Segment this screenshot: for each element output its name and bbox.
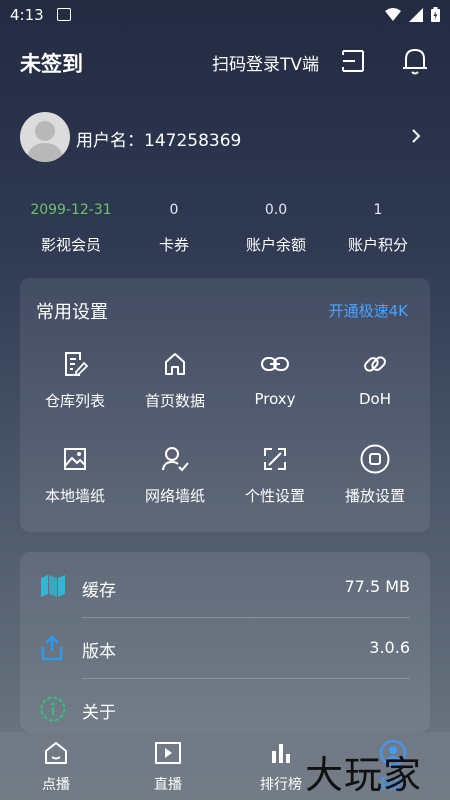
stop-circle-icon bbox=[360, 444, 390, 474]
list-item-label: 版本 bbox=[82, 642, 116, 662]
stat-points[interactable]: 1 账户积分 bbox=[323, 200, 433, 255]
list-item-label: 缓存 bbox=[82, 581, 116, 601]
chain-icon bbox=[364, 356, 386, 372]
stat-value: 0.0 bbox=[264, 202, 288, 218]
status-bar: 4:13 bbox=[0, 0, 450, 30]
settings-item-label: 播放设置 bbox=[344, 487, 405, 505]
stat-label: 影视会员 bbox=[40, 236, 101, 254]
scan-login-tv-link[interactable]: 扫码登录TV端 bbox=[212, 50, 319, 75]
list-item-version[interactable]: 版本 3.0.6 bbox=[20, 619, 430, 679]
watermark: 大玩家 bbox=[305, 753, 423, 797]
settings-item-label: 网络墙纸 bbox=[144, 487, 205, 505]
home-icon bbox=[165, 353, 185, 375]
checkin-status[interactable]: 未签到 bbox=[20, 48, 83, 78]
map-book-icon bbox=[41, 575, 65, 597]
status-icons bbox=[385, 7, 440, 22]
nav-tab-vod[interactable]: 点播 bbox=[16, 738, 96, 794]
settings-item-proxy[interactable]: Proxy bbox=[225, 348, 325, 408]
play-box-icon bbox=[155, 742, 181, 764]
info-circle-icon bbox=[40, 696, 66, 722]
nav-tab-live[interactable]: 直播 bbox=[128, 738, 208, 794]
user-check-icon bbox=[162, 447, 189, 472]
avatar-placeholder-icon bbox=[26, 121, 64, 162]
settings-item-repo-list[interactable]: 仓库列表 bbox=[25, 348, 125, 411]
gallery-notification-icon bbox=[57, 8, 71, 21]
cell-signal-icon bbox=[409, 7, 423, 22]
user-profile-row[interactable]: 用户名：147258369 bbox=[0, 112, 450, 164]
document-edit-icon bbox=[65, 352, 88, 377]
list-item-value: 77.5 MB bbox=[344, 577, 411, 596]
divider bbox=[82, 617, 410, 618]
list-item-cache[interactable]: 缓存 77.5 MB bbox=[20, 558, 430, 618]
upgrade-4k-link[interactable]: 开通极速4K bbox=[329, 300, 408, 321]
divider bbox=[82, 678, 410, 679]
settings-item-local-wallpaper[interactable]: 本地墙纸 bbox=[25, 443, 125, 506]
nav-label: 直播 bbox=[154, 777, 182, 793]
link-icon bbox=[261, 357, 289, 371]
stat-balance[interactable]: 0.0 账户余额 bbox=[221, 200, 331, 255]
settings-item-label: DoH bbox=[358, 390, 391, 408]
common-settings-card: 常用设置 开通极速4K 仓库列表 首页数据 Proxy DoH 本地墙纸 网络墙… bbox=[20, 278, 430, 532]
settings-item-label: Proxy bbox=[254, 390, 296, 408]
battery-icon bbox=[431, 7, 440, 22]
stat-value: 1 bbox=[373, 202, 383, 218]
settings-item-label: 本地墙纸 bbox=[44, 487, 105, 505]
nav-label: 点播 bbox=[42, 777, 70, 793]
bar-chart-icon bbox=[272, 744, 290, 763]
list-item-about[interactable]: 关于 bbox=[20, 680, 430, 740]
avatar[interactable] bbox=[20, 112, 70, 162]
settings-item-label: 首页数据 bbox=[144, 392, 205, 410]
top-bar: 未签到 扫码登录TV端 bbox=[0, 40, 450, 86]
image-icon bbox=[64, 448, 86, 470]
account-stats: 2099-12-31 影视会员 0 卡券 0.0 账户余额 1 账户积分 bbox=[0, 200, 450, 264]
settings-item-online-wallpaper[interactable]: 网络墙纸 bbox=[125, 443, 225, 506]
stat-label: 账户余额 bbox=[245, 236, 306, 254]
share-upload-icon bbox=[41, 635, 63, 661]
stat-label: 卡券 bbox=[158, 236, 189, 254]
status-time: 4:13 bbox=[10, 6, 44, 24]
settings-item-label: 个性设置 bbox=[244, 487, 305, 505]
info-list-card: 缓存 77.5 MB 版本 3.0.6 关于 bbox=[20, 552, 430, 732]
username: 用户名：147258369 bbox=[76, 131, 242, 151]
stat-membership[interactable]: 2099-12-31 影视会员 bbox=[16, 200, 126, 255]
settings-item-label: 仓库列表 bbox=[44, 392, 105, 410]
settings-item-playback[interactable]: 播放设置 bbox=[325, 443, 425, 506]
list-item-value: 3.0.6 bbox=[369, 638, 410, 657]
wifi-icon bbox=[385, 7, 401, 21]
chevron-right-icon[interactable] bbox=[410, 128, 422, 144]
stat-value: 0 bbox=[169, 202, 179, 218]
expand-icon bbox=[264, 448, 286, 470]
stat-value: 2099-12-31 bbox=[30, 202, 112, 218]
list-item-label: 关于 bbox=[82, 703, 116, 723]
settings-item-personalize[interactable]: 个性设置 bbox=[225, 443, 325, 506]
settings-item-home-data[interactable]: 首页数据 bbox=[125, 348, 225, 411]
stat-label: 账户积分 bbox=[347, 236, 408, 254]
scan-icon[interactable] bbox=[340, 48, 366, 74]
home-outline-icon bbox=[45, 742, 67, 764]
section-title: 常用设置 bbox=[36, 302, 108, 323]
bell-icon[interactable] bbox=[401, 46, 429, 76]
settings-item-doh[interactable]: DoH bbox=[325, 348, 425, 408]
stat-coupons[interactable]: 0 卡券 bbox=[119, 200, 229, 255]
